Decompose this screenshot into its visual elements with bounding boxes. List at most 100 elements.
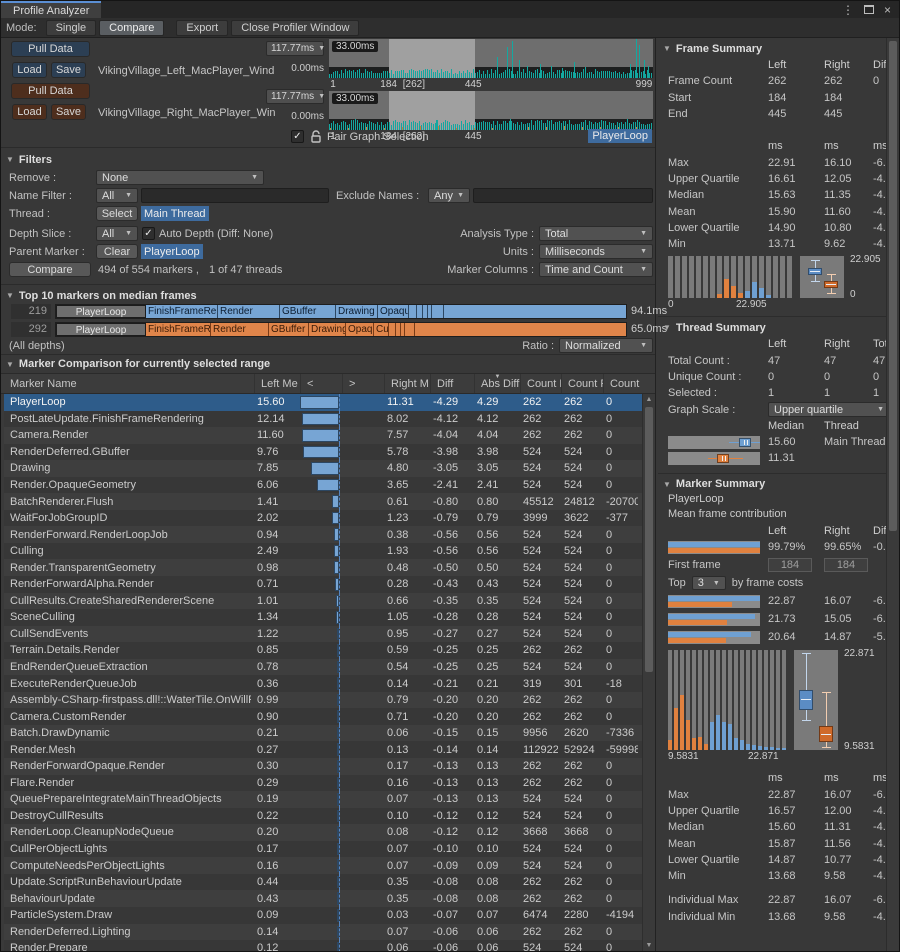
top10-row[interactable]: 219PlayerLoopFinishFrameReRenderGBufferD…: [1, 304, 656, 320]
first-frame-chip[interactable]: 184: [768, 558, 812, 572]
table-row[interactable]: CullResults.CreateSharedRendererScene1.0…: [4, 593, 642, 610]
graph-scale-dropdown[interactable]: Upper quartile▼: [768, 402, 886, 417]
frame-time-graph-right[interactable]: 33.00ms: [329, 91, 653, 130]
table-row[interactable]: Render.Prepare0.120.06-0.060.065245240: [4, 940, 642, 951]
top10-marker-segment[interactable]: Render: [218, 305, 280, 318]
table-row[interactable]: ExecuteRenderQueueJob0.360.14-0.210.2131…: [4, 675, 642, 692]
mode-compare-button[interactable]: Compare: [99, 20, 164, 36]
table-row[interactable]: Render.Mesh0.270.13-0.140.1411292252924-…: [4, 741, 642, 758]
filters-header[interactable]: ▼ Filters: [1, 151, 52, 168]
top10-marker-segment[interactable]: [389, 323, 396, 336]
table-row[interactable]: SceneCulling1.341.05-0.280.285245240: [4, 609, 642, 626]
top10-marker-bar[interactable]: PlayerLoopFinishFrameReRenderGBufferDraw…: [55, 304, 627, 319]
auto-depth-checkbox[interactable]: ✓: [142, 227, 155, 240]
table-row[interactable]: ParticleSystem.Draw0.090.03-0.070.076474…: [4, 907, 642, 924]
col-count-diff[interactable]: Count D: [603, 374, 641, 393]
table-row[interactable]: ComputeNeedsPerObjectLights0.160.07-0.09…: [4, 857, 642, 874]
table-row[interactable]: QueuePrepareIntegrateMainThreadObjects0.…: [4, 791, 642, 808]
top10-marker-segment[interactable]: GBuffer: [269, 323, 309, 336]
table-row[interactable]: Render.TransparentGeometry0.980.48-0.500…: [4, 559, 642, 576]
panel-scrollbar[interactable]: [886, 38, 899, 951]
pull-data-right-button[interactable]: Pull Data: [11, 83, 90, 99]
link-lock-icon[interactable]: [310, 130, 322, 143]
pair-graph-checkbox[interactable]: ✓: [291, 130, 304, 143]
load-left-button[interactable]: Load: [12, 62, 47, 78]
first-frame-chip[interactable]: 184: [824, 558, 868, 572]
close-icon[interactable]: ×: [884, 3, 891, 17]
top10-marker-segment[interactable]: Render: [211, 323, 269, 336]
table-row[interactable]: Batch.DrawDynamic0.210.06-0.150.15995626…: [4, 725, 642, 742]
table-row[interactable]: PostLateUpdate.FinishFrameRendering12.14…: [4, 411, 642, 428]
top10-row[interactable]: 292PlayerLoopFinishFrameRRenderGBufferDr…: [1, 322, 656, 338]
top10-playerloop-chip[interactable]: PlayerLoop: [56, 323, 146, 336]
top10-marker-bar[interactable]: PlayerLoopFinishFrameRRenderGBufferDrawi…: [55, 322, 627, 337]
col-left-median[interactable]: Left Me: [254, 374, 300, 393]
col-abs-diff[interactable]: ▼Abs Diff: [474, 374, 520, 393]
col-diff[interactable]: Diff: [430, 374, 474, 393]
top10-marker-segment[interactable]: Cu: [374, 323, 389, 336]
table-row[interactable]: Assembly-CSharp-firstpass.dll!::WaterTil…: [4, 692, 642, 709]
comparison-header[interactable]: ▼ Marker Comparison for currently select…: [1, 355, 655, 374]
table-row[interactable]: BatchRenderer.Flush1.410.61-0.800.804551…: [4, 493, 642, 510]
remove-dropdown[interactable]: None▼: [96, 170, 264, 185]
col-count-left[interactable]: Count L: [520, 374, 561, 393]
pull-data-left-button[interactable]: Pull Data: [11, 41, 90, 57]
graph-selection-chip[interactable]: PlayerLoop: [588, 129, 652, 143]
table-row[interactable]: Camera.CustomRender0.900.71-0.200.202622…: [4, 708, 642, 725]
table-row[interactable]: RenderDeferred.Lighting0.140.07-0.060.06…: [4, 924, 642, 941]
table-scrollbar[interactable]: ▲ ▼: [642, 394, 655, 951]
name-filter-mode-dropdown[interactable]: All▼: [96, 188, 138, 203]
col-marker-name[interactable]: Marker Name: [4, 374, 254, 393]
top10-marker-segment[interactable]: FinishFrameRe: [146, 305, 218, 318]
table-row[interactable]: PlayerLoop15.6011.31-4.294.292622620: [4, 394, 642, 411]
table-row[interactable]: DestroyCullResults0.220.10-0.120.1252452…: [4, 808, 642, 825]
name-filter-input[interactable]: [141, 188, 329, 203]
top10-marker-segment[interactable]: Opaqu: [346, 323, 374, 336]
exclude-mode-dropdown[interactable]: Any▼: [428, 188, 470, 203]
depth-slice-dropdown[interactable]: All▼: [96, 226, 138, 241]
thread-value-chip[interactable]: Main Thread: [141, 206, 209, 221]
table-row[interactable]: Update.ScriptRunBehaviourUpdate0.440.35-…: [4, 874, 642, 891]
col-bar-left[interactable]: <: [300, 374, 342, 393]
top10-marker-segment[interactable]: Drawing: [309, 323, 346, 336]
thread-select-button[interactable]: Select: [96, 206, 138, 221]
scrollbar-thumb[interactable]: [645, 407, 653, 672]
col-right-median[interactable]: Right M: [384, 374, 430, 393]
exclude-names-input[interactable]: [473, 188, 653, 203]
table-row[interactable]: CullSendEvents1.220.95-0.270.275245240: [4, 626, 642, 643]
top10-marker-segment[interactable]: [432, 305, 444, 318]
save-right-button[interactable]: Save: [51, 104, 86, 120]
top10-marker-segment[interactable]: Opaqu: [378, 305, 409, 318]
analysis-type-dropdown[interactable]: Total▼: [539, 226, 653, 241]
top10-marker-segment[interactable]: GBuffer: [280, 305, 336, 318]
ratio-dropdown[interactable]: Normalized▼: [559, 338, 653, 353]
marker-summary-header[interactable]: ▼ Marker Summary: [658, 476, 886, 493]
top10-marker-segment[interactable]: [405, 323, 415, 336]
save-left-button[interactable]: Save: [51, 62, 86, 78]
table-row[interactable]: BehaviourUpdate0.430.35-0.080.082622620: [4, 890, 642, 907]
scale-dropdown-left[interactable]: 117.77ms▼: [266, 41, 324, 56]
top10-marker-segment[interactable]: Drawing: [336, 305, 378, 318]
load-right-button[interactable]: Load: [12, 104, 47, 120]
tab-profile-analyzer[interactable]: Profile Analyzer: [1, 1, 101, 18]
table-row[interactable]: Drawing7.854.80-3.053.055245240: [4, 460, 642, 477]
table-row[interactable]: RenderForwardAlpha.Render0.710.28-0.430.…: [4, 576, 642, 593]
table-row[interactable]: RenderDeferred.GBuffer9.765.78-3.983.985…: [4, 444, 642, 461]
export-button[interactable]: Export: [176, 20, 228, 36]
table-row[interactable]: Culling2.491.93-0.560.565245240: [4, 543, 642, 560]
table-row[interactable]: RenderForwardOpaque.Render0.300.17-0.130…: [4, 758, 642, 775]
frame-time-graph-left[interactable]: 33.00ms: [329, 39, 653, 78]
maximize-icon[interactable]: [864, 5, 874, 14]
parent-clear-button[interactable]: Clear: [96, 244, 138, 259]
top10-marker-segment[interactable]: [409, 305, 417, 318]
compare-button[interactable]: Compare: [9, 262, 91, 277]
table-row[interactable]: Terrain.Details.Render0.850.59-0.250.252…: [4, 642, 642, 659]
kebab-menu-icon[interactable]: ⋮: [842, 3, 854, 17]
panel-scrollbar-thumb[interactable]: [889, 41, 897, 531]
col-bar-right[interactable]: >: [342, 374, 384, 393]
mode-single-button[interactable]: Single: [46, 20, 97, 36]
marker-columns-dropdown[interactable]: Time and Count▼: [539, 262, 653, 277]
table-row[interactable]: WaitForJobGroupID2.021.23-0.790.79399936…: [4, 510, 642, 527]
table-row[interactable]: Render.OpaqueGeometry6.063.65-2.412.4152…: [4, 477, 642, 494]
table-row[interactable]: Flare.Render0.290.16-0.130.132622620: [4, 775, 642, 792]
